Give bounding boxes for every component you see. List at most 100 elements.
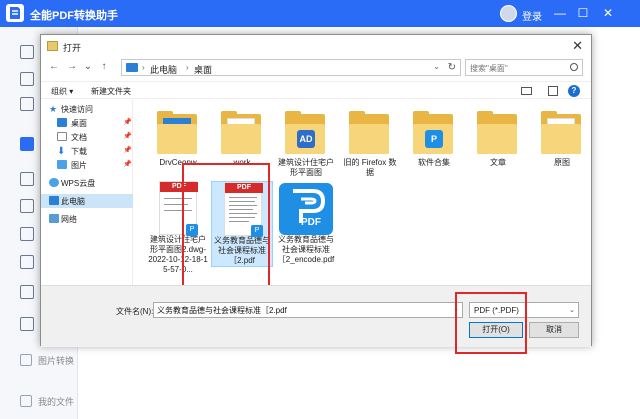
folder-item[interactable]: 文章: [467, 104, 529, 168]
help-icon[interactable]: ?: [568, 85, 580, 97]
minimize-button[interactable]: —: [552, 5, 568, 21]
pin-icon: 📌: [123, 147, 132, 154]
my-files-icon[interactable]: [20, 395, 32, 407]
download-icon: ⬇: [57, 146, 66, 157]
pin-icon: 📌: [123, 119, 132, 126]
pdf-watermark-icon[interactable]: [20, 285, 34, 299]
search-input[interactable]: [470, 62, 564, 74]
file-name: 旧的 Firefox 数据: [343, 158, 397, 177]
dialog-close-button[interactable]: ✕: [572, 38, 583, 54]
folder-icon: AD: [285, 111, 325, 154]
forward-button[interactable]: →: [65, 60, 79, 74]
nav-label: 桌面: [71, 119, 87, 128]
pin-icon: 📌: [123, 161, 132, 168]
nav-label: 图片: [71, 161, 87, 170]
network-icon: [49, 214, 59, 223]
nav-label: 下载: [71, 147, 87, 156]
desktop-icon: [57, 118, 67, 127]
pdf-compress-icon[interactable]: [20, 199, 34, 213]
nav-item-wps-cloud[interactable]: WPS云盘: [41, 176, 133, 190]
pdf-file-item[interactable]: PDF 义务教育品德与社会课程标准［2_encode.pdf: [275, 181, 337, 265]
nav-item-quick-access[interactable]: ★ 快速访问: [41, 102, 133, 116]
recent-locations-button[interactable]: ⌄: [81, 60, 95, 74]
back-button[interactable]: ←: [47, 60, 61, 74]
filename-field[interactable]: ⌄: [153, 302, 463, 318]
highlight-box: [455, 292, 527, 354]
view-options-icon[interactable]: [521, 87, 532, 95]
pdf-protect-icon[interactable]: [20, 227, 34, 241]
login-link[interactable]: 登录: [522, 8, 542, 23]
breadcrumb-desktop[interactable]: 桌面: [194, 63, 212, 76]
folder-item[interactable]: 旧的 Firefox 数据: [339, 104, 401, 178]
nav-item-documents[interactable]: 文档 📌: [41, 130, 133, 144]
dialog-toolbar: 组织 ▾ 新建文件夹 ?: [41, 81, 591, 99]
folder-item[interactable]: work: [211, 104, 273, 168]
sidebar-item-image-convert[interactable]: 图片转换: [38, 354, 74, 367]
maximize-button[interactable]: ☐: [575, 5, 591, 21]
folder-icon: [349, 111, 389, 154]
nav-label: WPS云盘: [61, 179, 96, 188]
nav-item-downloads[interactable]: ⬇ 下载 📌: [41, 144, 133, 158]
chevron-down-icon: ⌄: [569, 307, 575, 314]
nav-item-desktop[interactable]: 桌面 📌: [41, 116, 133, 130]
filename-input[interactable]: [157, 305, 447, 316]
nav-label: 快速访问: [61, 105, 93, 114]
nav-item-network[interactable]: 网络: [41, 212, 133, 226]
app-title-bar: 全能PDF转换助手 登录 — ☐ ✕: [0, 0, 640, 27]
cancel-button[interactable]: 取消: [529, 322, 579, 338]
file-name: 软件合集: [418, 158, 450, 167]
pin-icon: 📌: [123, 133, 132, 140]
folder-item[interactable]: P 软件合集: [403, 104, 465, 168]
navigation-pane: ★ 快速访问 桌面 📌 文档 📌 ⬇ 下载 📌 图片 📌 WPS云盘 此电脑 网…: [41, 100, 133, 285]
file-name: 文章: [490, 158, 506, 167]
search-icon: [570, 63, 578, 71]
chevron-down-icon[interactable]: ⌄: [433, 62, 440, 71]
pdf-sign-icon[interactable]: [20, 317, 34, 331]
pdf-split-icon[interactable]: [20, 172, 34, 186]
address-bar[interactable]: › 此电脑 › 桌面 ⌄ ↻: [121, 59, 461, 76]
app-logo-icon: [6, 4, 24, 22]
pdf-tools-icon[interactable]: [20, 137, 34, 151]
organize-menu[interactable]: 组织 ▾: [51, 86, 73, 97]
pdf-merge-icon[interactable]: [20, 97, 34, 111]
nav-label: 此电脑: [61, 197, 85, 206]
close-button[interactable]: ✕: [600, 5, 616, 21]
up-button[interactable]: ↑: [97, 60, 111, 74]
documents-icon: [57, 132, 67, 141]
pictures-icon: [57, 160, 67, 169]
sidebar-item-my-files[interactable]: 我的文件: [38, 395, 74, 408]
new-folder-button[interactable]: 新建文件夹: [91, 86, 131, 97]
app-badge-icon: P: [425, 130, 443, 148]
this-pc-icon: [49, 196, 59, 205]
dialog-title: 打开: [63, 43, 82, 53]
refresh-icon[interactable]: ↻: [448, 62, 456, 73]
pdf-tag: PDF: [301, 217, 321, 228]
this-pc-icon: [126, 63, 138, 72]
pdf-ocr-icon[interactable]: [20, 255, 34, 269]
preview-pane-icon[interactable]: [548, 86, 558, 96]
nav-item-pictures[interactable]: 图片 📌: [41, 158, 133, 172]
star-icon: ★: [49, 104, 58, 114]
app-badge-icon: AD: [297, 130, 315, 148]
folder-item[interactable]: AD 建筑设计住宅户形平面图: [275, 104, 337, 178]
folder-icon: [477, 111, 517, 154]
user-avatar[interactable]: [500, 5, 517, 22]
file-name: 义务教育品德与社会课程标准［2_encode.pdf: [277, 235, 335, 264]
folder-icon: P: [413, 111, 453, 154]
folder-item[interactable]: DrvCeonw: [147, 104, 209, 168]
filename-label: 文件名(N):: [116, 307, 154, 316]
nav-label: 网络: [61, 215, 77, 224]
file-name: 原图: [554, 158, 570, 167]
folder-item[interactable]: 原图: [531, 104, 593, 168]
folder-icon: [541, 111, 581, 154]
folder-icon: [221, 111, 261, 154]
image-convert-icon[interactable]: [20, 354, 32, 366]
nav-label: 文档: [71, 133, 87, 142]
breadcrumb-separator[interactable]: ›: [186, 63, 189, 72]
pdf-edit-icon[interactable]: [20, 72, 34, 86]
nav-item-this-pc[interactable]: 此电脑: [41, 194, 133, 208]
breadcrumb-this-pc[interactable]: 此电脑: [150, 63, 177, 76]
search-box[interactable]: [465, 59, 583, 76]
breadcrumb-separator[interactable]: ›: [142, 63, 145, 72]
pdf-convert-icon[interactable]: [20, 45, 34, 59]
